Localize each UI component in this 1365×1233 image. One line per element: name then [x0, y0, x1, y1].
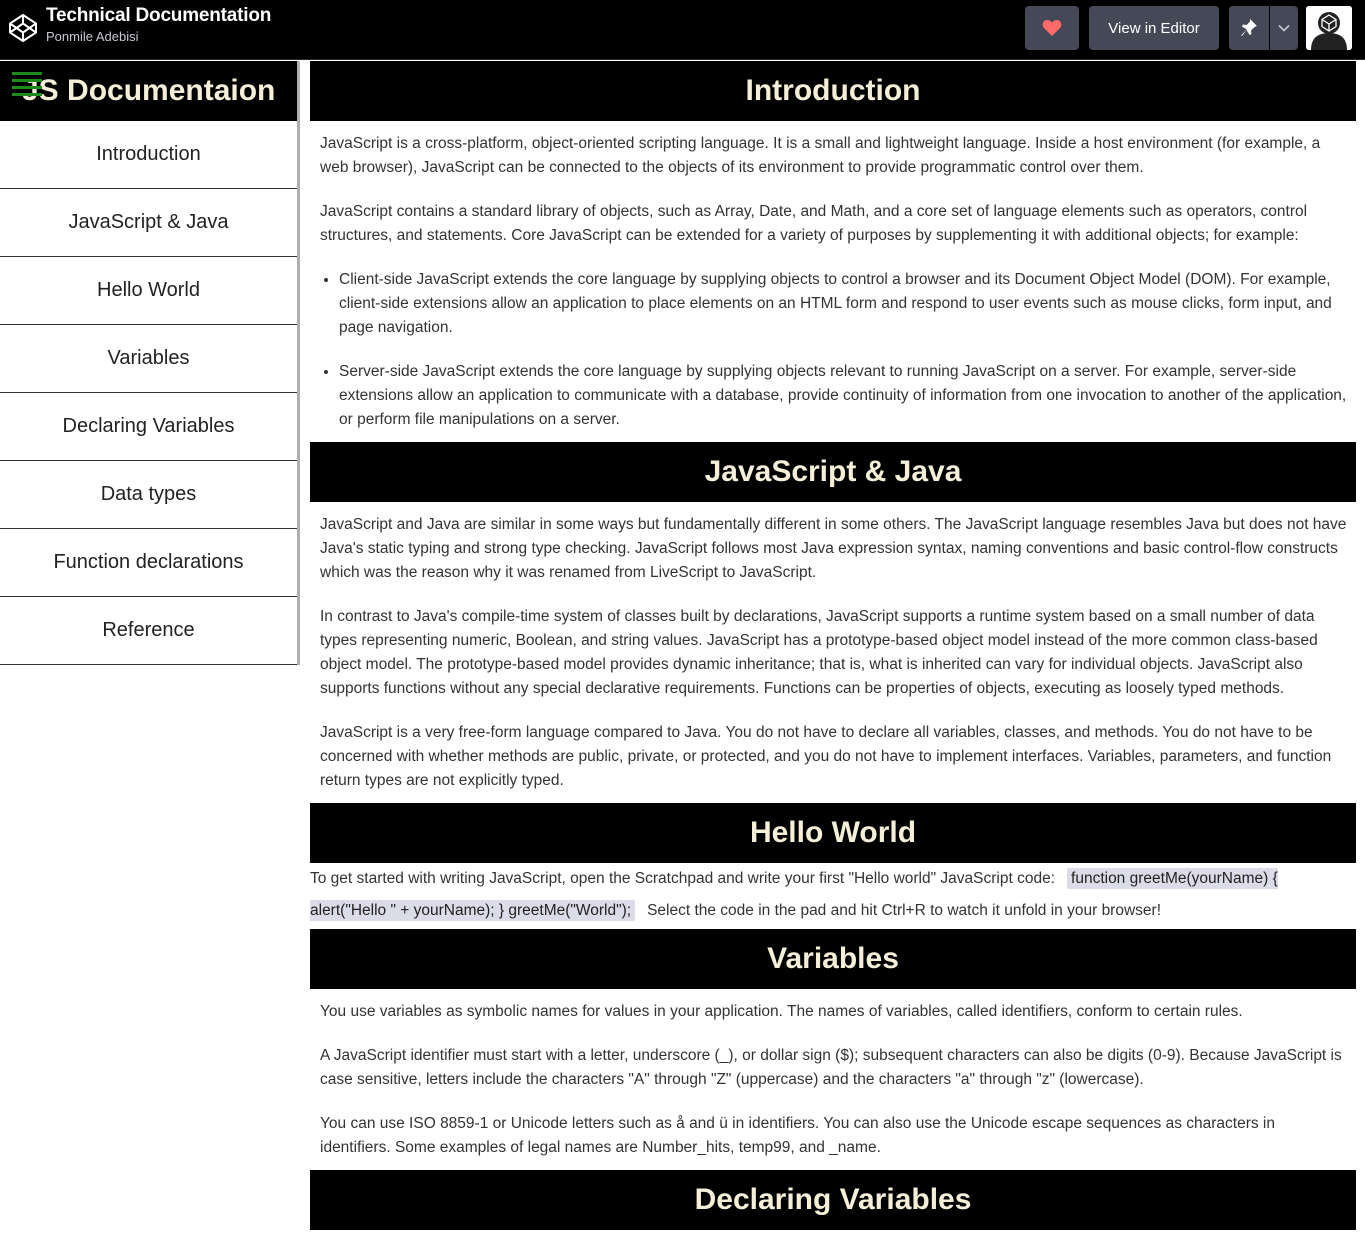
- section-title: Introduction: [310, 61, 1356, 121]
- section-title: Declaring Variables: [310, 1170, 1356, 1230]
- paragraph: You can use ISO 8859-1 or Unicode letter…: [320, 1115, 1275, 1156]
- section-variables: Variables You use variables as symbolic …: [310, 929, 1356, 1160]
- pin-icon: [1241, 19, 1257, 36]
- view-in-editor-button[interactable]: View in Editor: [1089, 6, 1219, 50]
- nav-link-function-declarations[interactable]: Function declarations: [0, 529, 297, 597]
- section-title: Hello World: [310, 803, 1356, 863]
- paragraph: You use variables as symbolic names for …: [320, 1003, 1243, 1020]
- section-javascript-and-java: JavaScript & Java JavaScript and Java ar…: [310, 442, 1356, 793]
- nav-link-reference[interactable]: Reference: [0, 597, 297, 665]
- pen-title: Technical Documentation: [46, 5, 272, 26]
- paragraph: A JavaScript identifier must start with …: [320, 1047, 1342, 1088]
- hamburger-menu-icon[interactable]: [8, 68, 46, 100]
- section-introduction: Introduction JavaScript is a cross-platf…: [310, 61, 1356, 432]
- navbar-header: JS Documentaion: [0, 61, 297, 121]
- paragraph: JavaScript is a cross-platform, object-o…: [320, 135, 1321, 176]
- codepen-topbar: Technical Documentation Ponmile Adebisi …: [0, 0, 1365, 60]
- navbar-title: JS Documentaion: [22, 74, 276, 107]
- hello-outro-text: Select the code in the pad and hit Ctrl+…: [647, 902, 1161, 919]
- pen-title-block: Technical Documentation Ponmile Adebisi: [46, 5, 271, 45]
- love-button[interactable]: [1025, 6, 1079, 50]
- nav-link-variables[interactable]: Variables: [0, 325, 297, 393]
- paragraph: In contrast to Java's compile-time syste…: [320, 608, 1318, 697]
- nav-link-introduction[interactable]: Introduction: [0, 121, 297, 189]
- main-doc: Introduction JavaScript is a cross-platf…: [310, 61, 1356, 1230]
- hello-world-paragraph: To get started with writing JavaScript, …: [310, 863, 1356, 927]
- chevron-down-icon: [1278, 24, 1290, 32]
- list-item: Server-side JavaScript extends the core …: [339, 360, 1348, 432]
- nav-link-declaring-variables[interactable]: Declaring Variables: [0, 393, 297, 461]
- pin-menu-button[interactable]: [1270, 6, 1298, 50]
- section-title: Variables: [310, 929, 1356, 989]
- avatar[interactable]: [1306, 6, 1352, 50]
- section-declaring-variables: Declaring Variables: [310, 1170, 1356, 1230]
- codepen-avatar-icon: [1306, 6, 1352, 50]
- nav-link-javascript-and-java[interactable]: JavaScript & Java: [0, 189, 297, 257]
- nav-link-hello-world[interactable]: Hello World: [0, 257, 297, 325]
- section-hello-world: Hello World To get started with writing …: [310, 803, 1356, 927]
- pin-button[interactable]: [1229, 6, 1269, 50]
- navbar: JS Documentaion Introduction JavaScript …: [0, 61, 300, 665]
- bullet-list: Client-side JavaScript extends the core …: [310, 268, 1356, 432]
- section-title: JavaScript & Java: [310, 442, 1356, 502]
- list-item: Client-side JavaScript extends the core …: [339, 268, 1348, 340]
- hello-intro-text: To get started with writing JavaScript, …: [310, 870, 1056, 887]
- paragraph: JavaScript and Java are similar in some …: [320, 516, 1347, 581]
- heart-icon: [1042, 20, 1062, 36]
- nav-link-data-types[interactable]: Data types: [0, 461, 297, 529]
- codepen-logo-icon[interactable]: [8, 13, 38, 43]
- pen-author[interactable]: Ponmile Adebisi: [46, 29, 271, 45]
- paragraph: JavaScript is a very free-form language …: [320, 724, 1332, 789]
- paragraph: JavaScript contains a standard library o…: [320, 203, 1308, 244]
